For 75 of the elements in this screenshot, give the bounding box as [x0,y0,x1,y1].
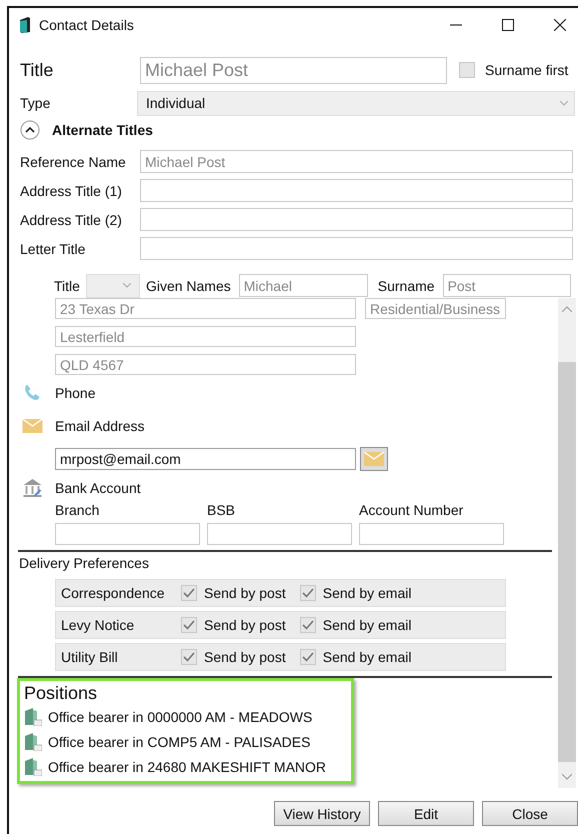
title-label: Title [20,60,54,80]
caret-icon [560,100,568,106]
envelope-icon [22,419,43,433]
email-checkbox[interactable] [300,649,316,665]
surname-first-label: Surname first [485,62,568,78]
checkbox-label: Send by email [322,585,412,601]
dialog-button[interactable]: Edit [378,801,474,826]
scrollbar[interactable] [558,298,576,788]
field-label: Address Title (2) [20,212,123,228]
input-field[interactable] [207,523,352,545]
input-field[interactable] [140,237,573,260]
address-type-field[interactable]: Residential/Business [365,298,506,319]
input-field[interactable]: Michael Post [140,150,573,173]
email-field[interactable]: mrpost@email.com [55,448,356,470]
checkbox-label: Send by post [204,649,286,665]
address-field[interactable]: 23 Texas Dr [55,298,356,319]
checkbox-label: Send by email [322,649,412,665]
checkbox-label: Send by email [322,617,412,633]
input-field[interactable] [55,523,200,545]
dialog-button[interactable]: Close [482,801,578,826]
surname-first-checkbox[interactable] [459,62,475,78]
email-checkbox[interactable] [300,617,316,633]
field-label: Address Title (1) [20,182,123,198]
column-label: Branch [55,502,100,518]
type-dropdown[interactable]: Individual [137,90,575,116]
field-label: Letter Title [20,240,86,256]
type-label: Type [20,95,52,111]
title-label: Title [54,278,80,294]
title-field[interactable]: Michael Post [140,56,447,84]
column-label: Account Number [359,502,464,518]
maximize-icon[interactable] [502,19,514,31]
field-label: Reference Name [20,154,127,170]
delivery-preferences-heading: Delivery Preferences [19,555,149,571]
send-email-button[interactable] [360,447,388,471]
window-title: Contact Details [39,17,134,33]
dialog-button[interactable]: View History [274,801,370,826]
close-icon[interactable] [554,19,566,31]
scrollbar-thumb[interactable] [558,362,576,762]
surname-field[interactable]: Post [442,274,571,297]
position-item[interactable]: Office bearer in 24680 MAKESHIFT MANOR [48,758,326,774]
phone-label: Phone [55,385,96,401]
scroll-down-icon[interactable] [562,774,572,780]
input-field[interactable] [140,208,573,231]
building-icon [24,758,42,776]
input-field[interactable] [140,179,573,202]
bank-icon [22,478,43,498]
building-icon [24,708,42,726]
collapse-icon[interactable] [20,120,40,140]
post-checkbox[interactable] [181,585,197,601]
bank-account-label: Bank Account [55,480,141,496]
address-field[interactable]: QLD 4567 [55,354,356,375]
post-checkbox[interactable] [181,649,197,665]
column-label: BSB [207,502,236,518]
preference-name: Utility Bill [61,649,119,665]
alternate-titles-heading: Alternate Titles [52,122,153,138]
checkbox-label: Send by post [204,585,286,601]
caret-icon [122,283,131,288]
post-checkbox[interactable] [181,617,197,633]
scroll-up-icon[interactable] [562,306,572,312]
positions-heading: Positions [24,683,98,704]
title-dropdown[interactable] [86,274,140,298]
email-address-label: Email Address [55,418,144,434]
position-item[interactable]: Office bearer in COMP5 AM - PALISADES [48,734,310,750]
position-item[interactable]: Office bearer in 0000000 AM - MEADOWS [48,708,312,724]
app-icon [18,16,32,34]
checkbox-label: Send by post [204,617,286,633]
given-names-field[interactable]: Michael [238,274,368,297]
preference-name: Correspondence [61,585,166,601]
address-field[interactable]: Lesterfield [55,326,356,347]
input-field[interactable] [359,523,504,545]
surname-label: Surname [378,278,435,294]
preference-name: Levy Notice [61,617,136,633]
given-names-label: Given Names [146,278,231,294]
email-checkbox[interactable] [300,585,316,601]
building-icon [24,732,42,750]
